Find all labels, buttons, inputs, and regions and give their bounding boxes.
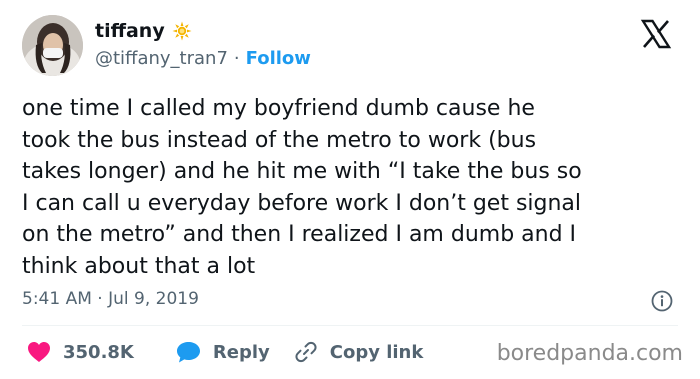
info-icon[interactable] — [651, 290, 673, 312]
sun-badge-icon — [172, 21, 192, 41]
divider — [22, 325, 678, 326]
reply-label: Reply — [212, 341, 270, 363]
tweet-text: one time I called my boyfriend dumb caus… — [22, 96, 582, 279]
like-count: 350.8K — [63, 341, 134, 363]
reply-button[interactable]: Reply — [176, 341, 270, 364]
x-logo-icon[interactable] — [640, 18, 672, 50]
action-bar: 350.8K Reply Copy link — [22, 340, 423, 364]
separator-dot: · — [233, 48, 240, 69]
handle-row: @tiffany_tran7 · Follow — [95, 48, 311, 69]
link-icon — [295, 341, 317, 363]
timestamp[interactable]: 5:41 AM · Jul 9, 2019 — [22, 289, 199, 309]
copy-link-button[interactable]: Copy link — [294, 340, 424, 364]
heart-icon — [28, 342, 50, 362]
speech-bubble-icon — [176, 341, 200, 362]
handle[interactable]: @tiffany_tran7 — [95, 48, 228, 69]
copy-link-label: Copy link — [329, 341, 424, 363]
like-button[interactable]: 350.8K — [27, 341, 134, 363]
author-name-row: tiffany — [95, 20, 192, 42]
avatar[interactable] — [22, 15, 83, 76]
display-name[interactable]: tiffany — [95, 20, 165, 42]
follow-button[interactable]: Follow — [246, 48, 311, 69]
watermark: boredpanda.com — [496, 341, 683, 366]
